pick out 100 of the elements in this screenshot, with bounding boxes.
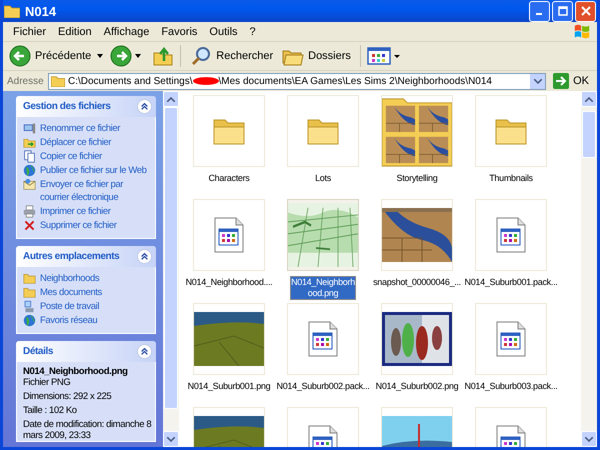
collapse-button[interactable] <box>137 249 152 264</box>
redaction-mark <box>192 76 219 86</box>
address-field[interactable]: C:\Documents and Settings\ \Mes documents\EA Games\Les Sims 2\Neighborhoods\N014 <box>48 72 546 90</box>
envelope-icon <box>23 178 36 191</box>
task-link[interactable]: Imprimer ce fichier <box>40 205 111 218</box>
thumbnail-frame[interactable] <box>287 199 359 271</box>
close-icon <box>580 6 590 16</box>
collapse-button[interactable] <box>137 344 152 359</box>
minimize-button[interactable] <box>529 0 550 22</box>
address-label: Adresse <box>7 76 45 86</box>
folder-icon <box>4 4 20 18</box>
file-icon <box>496 217 526 253</box>
place-link[interactable]: Mes documents <box>40 286 102 299</box>
thumbnail-frame[interactable] <box>287 95 359 167</box>
dropdown-arrow-icon[interactable] <box>135 54 142 58</box>
file-name[interactable]: snapshot_00000046_... <box>373 277 461 288</box>
close-button[interactable] <box>575 0 596 22</box>
detail-text: Dimensions: 292 x 225 <box>23 391 112 402</box>
thumbnail-frame[interactable] <box>381 95 453 167</box>
thumbnail-frame[interactable] <box>475 199 547 271</box>
dropdown-arrow-icon[interactable] <box>97 54 104 58</box>
globe-icon <box>23 164 36 177</box>
folder-up-icon[interactable] <box>152 45 174 67</box>
scrollbar[interactable] <box>163 91 179 447</box>
thumbnail-frame[interactable] <box>287 303 359 375</box>
folder-icon <box>307 117 339 145</box>
monitor-icon <box>23 122 36 135</box>
collapse-button[interactable] <box>137 99 152 114</box>
file-name[interactable]: N014_Suburb002.png <box>376 381 458 392</box>
go-arrow-icon <box>553 73 570 89</box>
menu-item[interactable]: Fichier <box>7 23 52 40</box>
task-link[interactable]: Déplacer ce fichier <box>40 136 112 149</box>
folder-icon <box>23 286 36 299</box>
windows-flag-icon <box>573 22 591 40</box>
file-name[interactable]: N014_Suburb002.pack... <box>276 381 370 392</box>
forward-button[interactable] <box>110 45 132 67</box>
file-name[interactable]: N014_Suburb001.pack... <box>464 277 558 288</box>
folder-icon <box>495 117 527 145</box>
file-name[interactable]: N014_Suburb001.png <box>188 381 270 392</box>
folders-button[interactable]: Dossiers <box>279 43 354 69</box>
scroll-down-icon[interactable] <box>585 436 593 442</box>
task-link[interactable]: Envoyer ce fichier par courrier électronique <box>40 178 153 204</box>
thumbnail-frame[interactable] <box>475 303 547 375</box>
thumbnail-frame[interactable] <box>475 95 547 167</box>
scroll-up-icon[interactable] <box>585 96 593 102</box>
panel-title: Détails <box>23 346 53 357</box>
thumbnail-frame[interactable] <box>381 199 453 271</box>
thumbnail-frame[interactable] <box>381 303 453 375</box>
pages-icon <box>23 150 36 163</box>
place-link[interactable]: Neighborhoods <box>40 272 100 285</box>
printer-icon <box>23 205 36 218</box>
file-name[interactable]: N014_Neighborhood.... <box>186 277 272 288</box>
file-name[interactable]: Storytelling <box>396 173 438 184</box>
thumbnail-frame[interactable] <box>193 199 265 271</box>
folder-icon <box>23 272 36 285</box>
menu-item[interactable]: Edition <box>52 23 98 40</box>
panel-title: Autres emplacements <box>23 251 120 262</box>
panel-title: Gestion des fichiers <box>23 101 111 112</box>
scroll-up-icon[interactable] <box>167 96 175 102</box>
cross-icon <box>23 219 36 232</box>
search-button[interactable]: Rechercher <box>187 43 276 69</box>
thumbnail-frame[interactable] <box>193 303 265 375</box>
file-name[interactable]: Characters <box>208 173 250 184</box>
file-name[interactable]: Thumbnails <box>489 173 533 184</box>
task-link[interactable]: Supprimer ce fichier <box>40 219 116 232</box>
folder-icon <box>213 117 245 145</box>
file-name[interactable]: N014_Neighborhood.png <box>291 277 355 299</box>
back-button[interactable]: Précédente <box>6 43 94 69</box>
file-name[interactable]: Lots <box>315 173 331 184</box>
folder-arrow-icon <box>23 136 36 149</box>
globe-icon <box>23 314 36 327</box>
scroll-thumb[interactable] <box>582 111 596 158</box>
go-button[interactable]: OK <box>549 72 593 90</box>
menu-item[interactable]: Favoris <box>155 23 204 40</box>
scroll-down-icon[interactable] <box>167 436 175 442</box>
scrollbar[interactable] <box>581 91 597 447</box>
folder-icon <box>51 75 65 87</box>
menu-item[interactable]: Outils <box>203 23 244 40</box>
task-link[interactable]: Renommer ce fichier <box>40 122 120 135</box>
menu-item[interactable]: ? <box>244 23 262 40</box>
task-link[interactable]: Copier ce fichier <box>40 150 102 163</box>
detail-text: Taille : 102 Ko <box>23 405 78 416</box>
file-icon <box>308 321 338 357</box>
place-link[interactable]: Poste de travail <box>40 300 100 313</box>
file-icon <box>496 321 526 357</box>
detail-text: Date de modification: dimanche 8 mars 2009, 23:33 <box>23 419 152 441</box>
minimize-icon <box>536 13 542 15</box>
detail-text: Fichier PNG <box>23 377 72 388</box>
task-link[interactable]: Publier ce fichier sur le Web <box>40 164 146 177</box>
file-name: N014_Neighborhood.png <box>23 366 129 377</box>
place-link[interactable]: Favoris réseau <box>40 314 98 327</box>
scroll-thumb[interactable] <box>164 107 178 409</box>
file-name[interactable]: N014_Suburb003.pack... <box>464 381 558 392</box>
views-icon[interactable] <box>366 45 401 67</box>
computer-icon <box>23 300 36 313</box>
file-icon <box>214 217 244 253</box>
maximize-button[interactable] <box>552 0 573 22</box>
search-icon <box>190 45 212 67</box>
thumbnail-frame[interactable] <box>193 95 265 167</box>
menu-item[interactable]: Affichage <box>98 23 156 40</box>
